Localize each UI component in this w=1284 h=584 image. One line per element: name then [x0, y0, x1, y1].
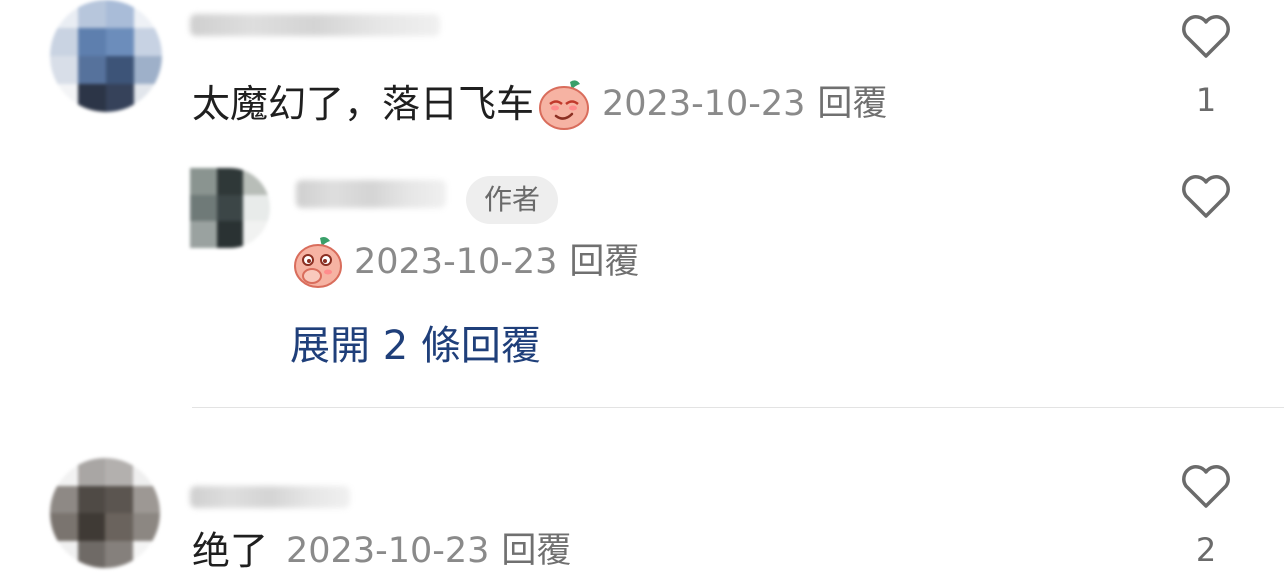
avatar[interactable] [50, 0, 162, 112]
comment-item: 太魔幻了，落日飞车 2023-10-23 回覆 1 [0, 0, 1284, 140]
heart-icon[interactable] [1180, 12, 1232, 60]
username[interactable] [190, 14, 440, 36]
reply-button[interactable]: 回覆 [501, 533, 571, 569]
comment-body: 太魔幻了，落日飞车 [192, 82, 535, 126]
divider [192, 407, 1284, 408]
peach-smug-emoji-icon [536, 76, 592, 132]
comment-meta: 2023-10-23 回覆 [602, 83, 887, 124]
username[interactable] [296, 180, 446, 208]
comment-text: 2023-10-23 回覆 [290, 234, 639, 290]
comment-date: 2023-10-23 [354, 241, 558, 282]
avatar[interactable] [190, 168, 270, 248]
expand-replies-button[interactable]: 展開 2 條回覆 [290, 326, 541, 366]
comment-text: 绝了 2023-10-23 回覆 [192, 532, 571, 570]
comment-date: 2023-10-23 [602, 83, 806, 124]
reply-item: 作者 2023-10-23 回覆 [0, 160, 1284, 300]
author-badge: 作者 [466, 176, 559, 224]
peach-giggle-emoji-icon [290, 234, 346, 290]
comment-item: 绝了 2023-10-23 回覆 2 [0, 450, 1284, 584]
comment-meta: 2023-10-23 回覆 [286, 530, 571, 571]
heart-icon[interactable] [1180, 462, 1232, 510]
heart-icon[interactable] [1180, 172, 1232, 220]
like-count: 1 [1195, 81, 1217, 119]
comment-text: 太魔幻了，落日飞车 2023-10-23 回覆 [192, 76, 887, 132]
username[interactable] [190, 486, 350, 508]
comment-body: 绝了 [192, 529, 269, 573]
reply-button[interactable]: 回覆 [817, 86, 887, 122]
comment-date: 2023-10-23 [286, 530, 490, 571]
comment-meta: 2023-10-23 回覆 [354, 241, 639, 282]
like-count: 2 [1195, 531, 1217, 569]
avatar[interactable] [50, 458, 160, 568]
reply-button[interactable]: 回覆 [569, 244, 639, 280]
